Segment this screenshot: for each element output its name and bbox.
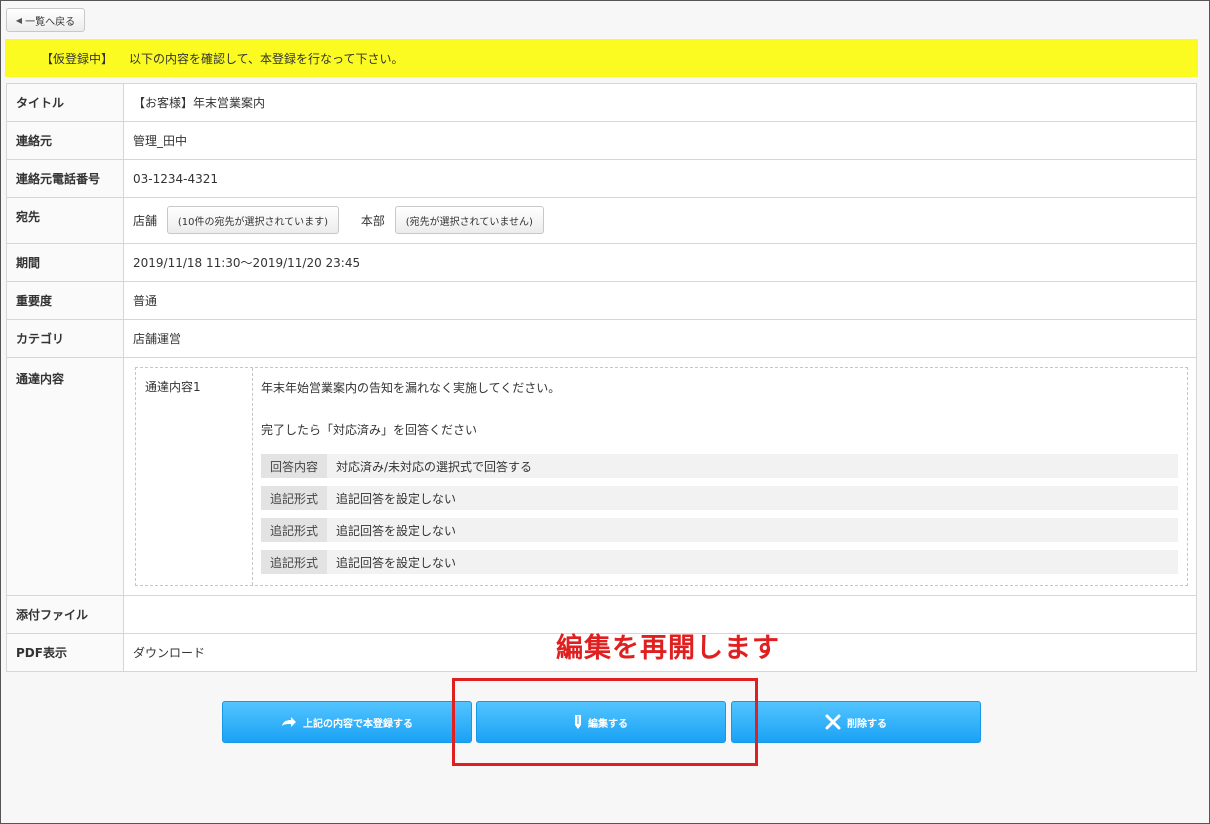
triangle-left-icon: ◀ bbox=[15, 15, 23, 25]
destination-value: 店舗 (10件の宛先が選択されています) 本部 (宛先が選択されていません) bbox=[123, 197, 1197, 244]
period-label: 期間 bbox=[6, 243, 124, 282]
row-title: タイトル 【お客様】年末営業案内 bbox=[6, 83, 1197, 122]
answer-value: 追記回答を設定しない bbox=[336, 523, 457, 538]
category-label: カテゴリ bbox=[6, 319, 124, 358]
store-destination-button[interactable]: (10件の宛先が選択されています) bbox=[166, 206, 340, 234]
attachment-label: 添付ファイル bbox=[6, 595, 124, 634]
content-item-label: 通達内容1 bbox=[136, 368, 253, 585]
title-label: タイトル bbox=[6, 83, 124, 122]
row-content: 通達内容 通達内容1 年末年始営業案内の告知を漏れなく実施してください。 完了し… bbox=[6, 357, 1197, 596]
back-to-list-label: 一覧へ戻る bbox=[25, 16, 76, 28]
answer-key: 回答内容 bbox=[261, 454, 327, 478]
importance-label: 重要度 bbox=[6, 281, 124, 320]
answer-row: 追記形式 追記回答を設定しない bbox=[261, 486, 1178, 510]
contact-value: 管理_田中 bbox=[123, 121, 1197, 160]
close-icon bbox=[825, 714, 841, 730]
delete-button[interactable]: 削除する bbox=[731, 701, 981, 743]
content-item-body: 年末年始営業案内の告知を漏れなく実施してください。 完了したら「対応済み」を回答… bbox=[253, 368, 1187, 585]
provisional-notice-banner: 【仮登録中】 以下の内容を確認して、本登録を行なって下さい。 bbox=[5, 39, 1198, 77]
notice-status: 【仮登録中】 bbox=[41, 51, 114, 66]
row-contact: 連絡元 管理_田中 bbox=[6, 121, 1197, 160]
answer-row: 追記形式 追記回答を設定しない bbox=[261, 518, 1178, 542]
period-value: 2019/11/18 11:30〜2019/11/20 23:45 bbox=[123, 243, 1197, 282]
annotation-text: 編集を再開します bbox=[556, 633, 780, 664]
back-to-list-button[interactable]: ◀ 一覧へ戻る bbox=[6, 8, 85, 32]
title-value: 【お客様】年末営業案内 bbox=[123, 83, 1197, 122]
contact-label: 連絡元 bbox=[6, 121, 124, 160]
register-label: 上記の内容で本登録する bbox=[303, 718, 413, 730]
answer-value: 対応済み/未対応の選択式で回答する bbox=[336, 459, 533, 474]
delete-label: 削除する bbox=[847, 718, 887, 730]
answer-value: 追記回答を設定しない bbox=[336, 491, 457, 506]
answer-row: 回答内容 対応済み/未対応の選択式で回答する bbox=[261, 454, 1178, 478]
destination-label: 宛先 bbox=[6, 197, 124, 244]
hq-destination-button[interactable]: (宛先が選択されていません) bbox=[394, 206, 544, 234]
content-value: 通達内容1 年末年始営業案内の告知を漏れなく実施してください。 完了したら「対応… bbox=[123, 357, 1197, 596]
answer-key: 追記形式 bbox=[261, 518, 327, 542]
register-button[interactable]: 上記の内容で本登録する bbox=[222, 701, 472, 743]
answer-value: 追記回答を設定しない bbox=[336, 555, 457, 570]
phone-value: 03-1234-4321 bbox=[123, 159, 1197, 198]
edit-button[interactable]: 編集する bbox=[476, 701, 726, 743]
content-line-1: 年末年始営業案内の告知を漏れなく実施してください。 bbox=[261, 381, 561, 395]
store-label: 店舗 bbox=[133, 213, 158, 228]
row-destination: 宛先 店舗 (10件の宛先が選択されています) 本部 (宛先が選択されていません… bbox=[6, 197, 1197, 244]
row-importance: 重要度 普通 bbox=[6, 281, 1197, 320]
arrow-right-icon bbox=[281, 716, 297, 728]
answer-key: 追記形式 bbox=[261, 550, 327, 574]
content-line-2: 完了したら「対応済み」を回答ください bbox=[261, 423, 478, 437]
pdf-label: PDF表示 bbox=[6, 633, 124, 672]
edit-label: 編集する bbox=[588, 718, 628, 730]
content-label: 通達内容 bbox=[6, 357, 124, 596]
answer-row: 追記形式 追記回答を設定しない bbox=[261, 550, 1178, 574]
phone-label: 連絡元電話番号 bbox=[6, 159, 124, 198]
detail-table: タイトル 【お客様】年末営業案内 連絡元 管理_田中 連絡元電話番号 03-12… bbox=[6, 83, 1197, 672]
content-item-box: 通達内容1 年末年始営業案内の告知を漏れなく実施してください。 完了したら「対応… bbox=[135, 367, 1188, 586]
row-phone: 連絡元電話番号 03-1234-4321 bbox=[6, 159, 1197, 198]
notice-message: 以下の内容を確認して、本登録を行なって下さい。 bbox=[129, 51, 404, 66]
answer-key: 追記形式 bbox=[261, 486, 327, 510]
row-period: 期間 2019/11/18 11:30〜2019/11/20 23:45 bbox=[6, 243, 1197, 282]
row-category: カテゴリ 店舗運営 bbox=[6, 319, 1197, 358]
importance-value: 普通 bbox=[123, 281, 1197, 320]
hq-label: 本部 bbox=[360, 213, 385, 228]
category-value: 店舗運営 bbox=[123, 319, 1197, 358]
pencil-icon bbox=[574, 714, 582, 730]
